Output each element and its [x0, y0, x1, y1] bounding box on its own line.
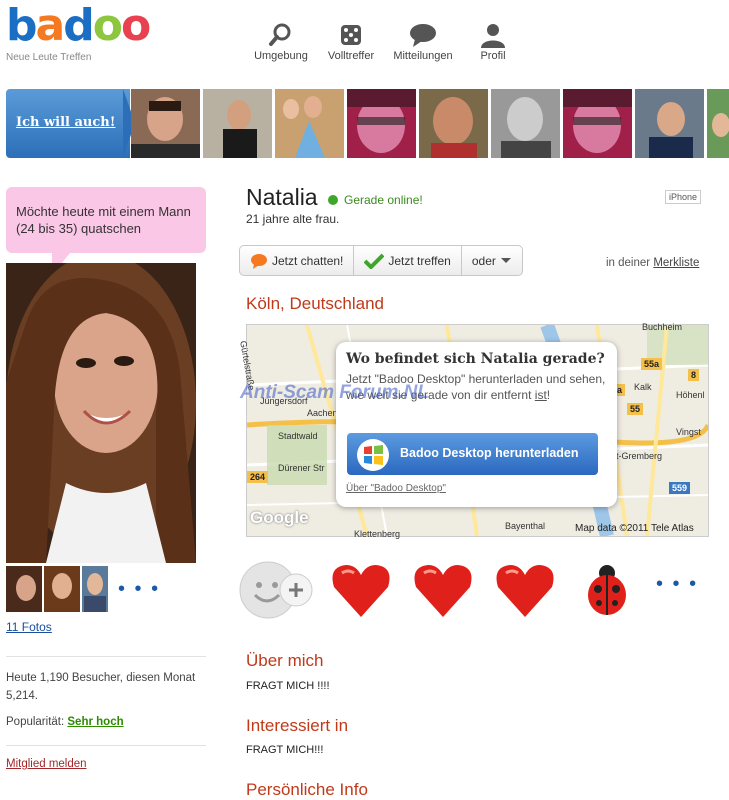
download-desktop-label: Badoo Desktop herunterladen [400, 446, 579, 460]
strip-photo[interactable] [419, 89, 488, 158]
profile-name: Natalia [246, 184, 318, 210]
map-label-aachener: Aachen [307, 408, 338, 418]
interested-in-text: FRAGT MICH!!! [246, 744, 324, 756]
map-label-gremberg: t-Gremberg [616, 451, 663, 461]
profile-thumbnail[interactable] [44, 566, 80, 612]
strip-photo[interactable] [491, 89, 560, 158]
nav-umgebung-label: Umgebung [254, 50, 308, 62]
watermark: Anti-Scam Forum.NL [240, 382, 429, 403]
profile-age: 21 jahre alte frau. [246, 212, 340, 226]
online-status: Gerade online! [344, 193, 423, 207]
meet-now-button[interactable]: Jetzt treffen [354, 246, 462, 275]
strip-photo[interactable] [347, 89, 416, 158]
strip-photo[interactable] [203, 89, 272, 158]
road-shield: 55a [641, 358, 663, 370]
map-label-buchheim: Buchheim [642, 322, 683, 332]
map-card-text-end: ! [546, 388, 551, 402]
chevron-down-icon [500, 257, 511, 263]
profile-main-photo[interactable] [6, 263, 196, 563]
about-me-heading: Über mich [246, 651, 324, 670]
checkmark-icon [364, 253, 385, 269]
heart-gift-icon[interactable] [410, 557, 476, 623]
profile-thumbnail[interactable] [82, 566, 108, 612]
heart-gift-icon[interactable] [492, 557, 558, 623]
about-desktop-link[interactable]: Über "Badoo Desktop" [346, 483, 446, 494]
map-card-title: Wo befindet sich Natalia gerade? [346, 351, 605, 367]
chat-now-label: Jetzt chatten! [272, 253, 344, 268]
online-indicator-icon [328, 195, 338, 205]
about-me-text: FRAGT MICH !!!! [246, 680, 330, 692]
strip-photo[interactable] [131, 89, 200, 158]
nav-umgebung[interactable]: Umgebung [246, 20, 316, 62]
strip-photo[interactable] [635, 89, 704, 158]
search-icon [246, 20, 316, 50]
dice-icon [316, 20, 386, 50]
chat-icon [388, 20, 458, 50]
road-shield: 55 [627, 403, 644, 415]
map-label-klettenberg: Klettenberg [354, 529, 401, 539]
road-shield: 559 [669, 482, 691, 494]
device-badge: iPhone [665, 190, 702, 204]
more-gifts-dots[interactable]: • • • [656, 573, 698, 596]
road-shield: 264 [247, 471, 269, 483]
google-logo: Google [250, 508, 309, 527]
profile-thumbnail[interactable] [6, 566, 42, 612]
map-card-text-link[interactable]: ist [535, 388, 547, 402]
divider [6, 656, 206, 657]
watchlist-prefix: in deiner [606, 257, 651, 269]
windows-icon [357, 439, 389, 471]
map-attribution: Map data ©2011 Tele Atlas [575, 523, 694, 534]
badoo-logo[interactable]: badoo [6, 4, 151, 48]
chat-now-button[interactable]: Jetzt chatten! [240, 246, 355, 275]
personal-info-heading: Persönliche Info [246, 780, 368, 799]
person-icon [458, 20, 528, 50]
map-label-stadtwald: Stadtwald [278, 431, 318, 441]
nav-mitteilungen[interactable]: Mitteilungen [388, 20, 458, 62]
divider [6, 745, 206, 746]
watchlist-link[interactable]: Merkliste [653, 257, 699, 269]
report-member-link[interactable]: Mitglied melden [6, 758, 87, 770]
strip-photo[interactable] [563, 89, 632, 158]
map-label-kalk: Kalk [634, 382, 652, 392]
more-photos-dots[interactable]: • • • [118, 578, 160, 601]
map-label-hoehenl: Höhenl [676, 390, 705, 400]
watchlist: in deiner Merkliste [606, 257, 699, 269]
tagline: Neue Leute Treffen [6, 52, 92, 63]
photos-link[interactable]: 11 Fotos [6, 620, 52, 634]
map-label-duerener: Dürener Str [278, 463, 325, 473]
popularity-label: Popularität: [6, 716, 65, 728]
road-shield: 8 [688, 369, 700, 381]
action-button-bar: Jetzt chatten! Jetzt treffen oder [239, 245, 523, 276]
profile-location: Köln, Deutschland [246, 294, 384, 313]
nav-volltreffer-label: Volltreffer [327, 50, 375, 62]
visitor-stats: Heute 1,190 Besucher, diesen Monat 5,214… [6, 672, 196, 702]
add-gift-button[interactable] [238, 557, 313, 623]
heart-gift-icon[interactable] [328, 557, 394, 623]
nav-volltreffer[interactable]: Volltreffer [316, 20, 386, 62]
popularity-value[interactable]: Sehr hoch [67, 716, 123, 728]
map-label-vingst: Vingst [676, 427, 701, 437]
status-message: Möchte heute mit einem Mann (24 bis 35) … [16, 204, 191, 236]
more-actions-label: oder [471, 253, 496, 268]
popularity: Popularität: Sehr hoch [6, 716, 124, 728]
more-actions-dropdown[interactable]: oder [462, 246, 522, 275]
nav-mitteilungen-label: Mitteilungen [393, 50, 453, 62]
strip-photo[interactable] [275, 89, 344, 158]
map-label-bayenthal: Bayenthal [505, 521, 546, 531]
meet-now-label: Jetzt treffen [388, 253, 451, 268]
promo-link[interactable]: Ich will auch! [16, 115, 115, 130]
chat-bubble-icon [251, 253, 267, 269]
nav-profil-label: Profil [480, 50, 506, 62]
nav-profil[interactable]: Profil [458, 20, 528, 62]
interested-in-heading: Interessiert in [246, 716, 349, 735]
strip-photo[interactable] [707, 89, 729, 158]
ladybug-gift-icon[interactable] [578, 557, 644, 623]
